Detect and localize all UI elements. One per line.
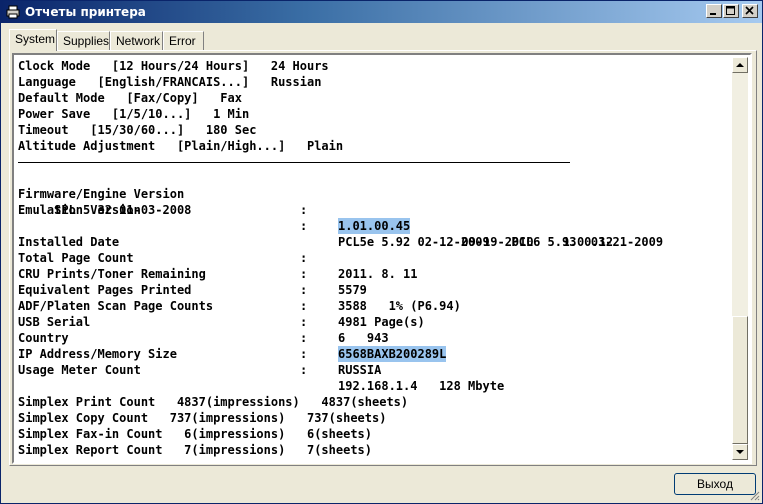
info-row: Total Page Count : 5579 (18, 234, 733, 297)
info-row: Emulation Version : PCL5e 5.92 02-12-200… (18, 186, 733, 249)
info-separator: : (300, 203, 308, 217)
resize-grip-icon[interactable] (748, 489, 760, 501)
exit-button[interactable]: Выход (674, 473, 756, 495)
info-row: Firmware/Engine Version : 1.01.00.45 09-… (18, 170, 733, 249)
info-value: RUSSIA (338, 363, 382, 377)
setting-line: Power Save [1/5/10...] 1 Min (18, 107, 250, 121)
info-row: IP Address/Memory Size : 192.168.1.4 128… (18, 330, 733, 393)
info-row: Country : RUSSIA (18, 314, 733, 377)
info-row: ADF/Platen Scan Page Counts : 6 943 (18, 282, 733, 345)
tab-system[interactable]: System (9, 29, 57, 51)
tab-label: Error (169, 34, 196, 48)
scroll-thumb[interactable] (732, 316, 748, 444)
info-value-highlighted: 6568BAXB200289L (338, 346, 447, 362)
setting-line: Altitude Adjustment [Plain/High...] Plai… (18, 139, 344, 153)
tab-network[interactable]: Network (110, 31, 163, 50)
report-text-area[interactable]: Clock Mode [12 Hours/24 Hours] 24 Hours … (12, 53, 752, 464)
arrow-up-icon (736, 63, 744, 67)
info-value: 192.168.1.4 128 Mbyte (338, 379, 505, 393)
close-button[interactable] (742, 4, 758, 18)
setting-line: Timeout [15/30/60...] 180 Sec (18, 123, 257, 137)
info-separator: : (300, 347, 308, 361)
report-content: Clock Mode [12 Hours/24 Hours] 24 Hours … (16, 57, 733, 460)
minimize-button[interactable] (706, 4, 722, 18)
tab-error[interactable]: Error (163, 31, 204, 50)
window-title: Отчеты принтера (25, 5, 146, 19)
info-row: CRU Prints/Toner Remaining : 3588 1% (P6… (18, 250, 733, 313)
arrow-down-icon (736, 450, 744, 454)
separator-line (18, 162, 570, 163)
info-row: Installed Date : 2011. 8. 11 (18, 218, 733, 281)
report-window: Отчеты принтера System Supplies Network … (0, 0, 763, 504)
usage-line: Simplex Report Count 7(impressions) 7(sh… (18, 443, 373, 457)
info-continuation: SPL 5.32 01-03-2008 (18, 203, 192, 217)
maximize-button[interactable] (723, 4, 739, 18)
scroll-down-button[interactable] (732, 444, 748, 460)
printer-app-icon (6, 5, 20, 19)
minimize-icon (710, 13, 716, 15)
tab-label: Network (116, 34, 161, 48)
info-separator: : (300, 363, 308, 377)
close-icon (745, 6, 754, 15)
scroll-up-button[interactable] (732, 57, 748, 73)
usage-heading: Usage Meter Count (18, 363, 141, 377)
setting-line: Default Mode [Fax/Copy] Fax (18, 91, 242, 105)
info-label: IP Address/Memory Size (18, 347, 177, 361)
info-row: Equivalent Pages Printed : 4981 Page(s) (18, 266, 733, 329)
tab-label: Supplies (63, 34, 110, 48)
tab-supplies[interactable]: Supplies (57, 31, 110, 50)
vertical-scrollbar[interactable] (732, 57, 748, 460)
maximize-icon (726, 6, 735, 15)
title-bar[interactable]: Отчеты принтера (1, 1, 762, 23)
usage-line: Simplex Copy Count 737(impressions) 737(… (18, 411, 387, 425)
info-row: USB Serial : 6568BAXB200289L (18, 298, 733, 362)
setting-line: Language [English/FRANCAIS...] Russian (18, 75, 322, 89)
setting-line: Clock Mode [12 Hours/24 Hours] 24 Hours (18, 59, 329, 73)
tab-label: System (15, 32, 56, 46)
usage-line: Simplex Fax-in Count 6(impressions) 6(sh… (18, 427, 373, 441)
usage-line: Simplex Print Count 4837(impressions) 48… (18, 395, 409, 409)
